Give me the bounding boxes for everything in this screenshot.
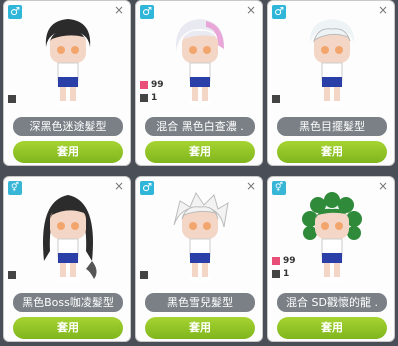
hair-card-2[interactable]: ♂ × 99 1 混合 黑色白查濃 . 套用 (135, 0, 263, 166)
hair-card-3[interactable]: ♂ × 黑色目擺髮型 套用 (267, 0, 395, 166)
hair-name: 混合 黑色白查濃 . (145, 117, 255, 136)
avatar-preview (302, 192, 362, 281)
quantity-dark-icon (140, 94, 148, 102)
avatar-preview (45, 19, 91, 105)
avatar-preview (43, 195, 97, 281)
close-icon[interactable]: × (246, 3, 256, 17)
avatar-preview (173, 191, 229, 281)
quantity-dark-icon (272, 270, 280, 278)
hair-card-6[interactable]: ⚥ × 99 1 混合 SD戳懷的龍 . 套用 (267, 176, 395, 342)
hair-card-1[interactable]: ♂ × 深黑色迷途髮型 套用 (3, 0, 131, 166)
quantity-dark-count: 1 (283, 269, 290, 279)
close-icon[interactable]: × (114, 3, 124, 17)
male-icon: ♂ (140, 5, 154, 19)
male-icon: ♂ (272, 5, 286, 19)
hair-name: 黑色Boss咖凌髮型 (13, 293, 123, 312)
unisex-icon: ⚥ (272, 181, 286, 195)
apply-button[interactable]: 套用 (145, 141, 255, 163)
apply-button[interactable]: 套用 (13, 141, 123, 163)
male-icon: ♂ (8, 5, 22, 19)
quantity-dark-icon (8, 95, 16, 103)
quantity-pink-count: 99 (283, 256, 296, 266)
unisex-icon: ⚥ (8, 181, 22, 195)
avatar-preview (175, 19, 225, 105)
hair-name: 深黑色迷途髮型 (13, 117, 123, 136)
close-icon[interactable]: × (378, 3, 388, 17)
quantity-dark-count: 1 (151, 93, 158, 103)
hair-card-4[interactable]: ⚥ × 黑色Boss咖凌髮型 套用 (3, 176, 131, 342)
hair-name: 混合 SD戳懷的龍 . (277, 293, 387, 312)
hair-name: 黑色雪兒髮型 (145, 293, 255, 312)
apply-button[interactable]: 套用 (145, 317, 255, 339)
close-icon[interactable]: × (378, 179, 388, 193)
quantity-dark-icon (8, 271, 16, 279)
hair-name: 黑色目擺髮型 (277, 117, 387, 136)
apply-button[interactable]: 套用 (277, 141, 387, 163)
close-icon[interactable]: × (246, 179, 256, 193)
quantity-pink-icon (272, 257, 280, 265)
quantity-dark-icon (140, 271, 148, 279)
avatar-preview (309, 19, 355, 105)
apply-button[interactable]: 套用 (277, 317, 387, 339)
male-icon: ♂ (140, 181, 154, 195)
quantity-dark-icon (272, 95, 280, 103)
apply-button[interactable]: 套用 (13, 317, 123, 339)
quantity-pink-count: 99 (151, 80, 164, 90)
hair-card-5[interactable]: ♂ × 黑色雪兒髮型 套用 (135, 176, 263, 342)
close-icon[interactable]: × (114, 179, 124, 193)
quantity-pink-icon (140, 81, 148, 89)
